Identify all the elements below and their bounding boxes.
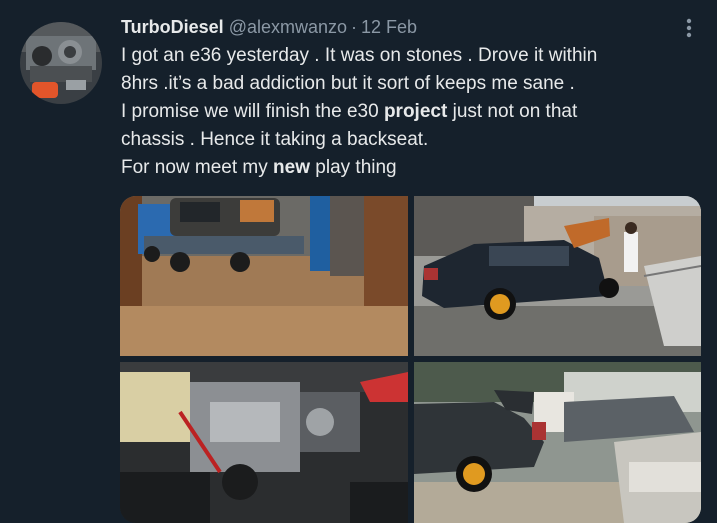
tweet-text-run: I promise we will finish the e30 (121, 101, 384, 122)
tweet-text-bold: new (273, 157, 310, 178)
author-display-name[interactable]: TurboDiesel (121, 17, 224, 38)
photo-1[interactable] (120, 196, 408, 356)
photo-3[interactable] (120, 362, 408, 523)
tweet-text-run: I got an e36 yesterday . It was on stone… (121, 45, 598, 66)
tweet-text-line: 8hrs .it’s a bad addiction but it sort o… (121, 70, 701, 98)
tweet-text-run: chassis . Hence it taking a backseat. (121, 129, 429, 150)
photo-4-image (414, 362, 701, 523)
more-options-button[interactable] (672, 14, 706, 42)
photo-3-image (120, 362, 408, 523)
tweet-text-bold: project (383, 101, 448, 122)
media-grid (120, 196, 701, 523)
photo-1-image (120, 196, 408, 356)
tweet: TurboDiesel @alexmwanzo · 12 Feb I got a… (0, 0, 717, 523)
tweet-text-run: just not on that (447, 101, 578, 122)
tweet-text-run: For now meet my (121, 157, 274, 178)
photo-4[interactable] (414, 362, 701, 523)
photo-2-image (414, 196, 701, 356)
more-vertical-icon (686, 18, 692, 38)
tweet-text-line: I got an e36 yesterday . It was on stone… (121, 42, 701, 70)
author-handle[interactable]: @alexmwanzo (229, 17, 347, 38)
tweet-text: I got an e36 yesterday . It was on stone… (121, 42, 701, 182)
separator-dot: · (351, 16, 358, 37)
tweet-date[interactable]: 12 Feb (361, 17, 417, 38)
tweet-text-run: play thing (310, 157, 397, 178)
tweet-header: TurboDiesel @alexmwanzo · 12 Feb (121, 15, 417, 39)
photo-2[interactable] (414, 196, 701, 356)
tweet-text-line: I promise we will finish the e30 project… (121, 98, 701, 126)
tweet-text-line: For now meet my new play thing (121, 154, 701, 182)
tweet-text-run: 8hrs .it’s a bad addiction but it sort o… (121, 73, 575, 94)
avatar[interactable] (20, 22, 102, 104)
tweet-text-line: chassis . Hence it taking a backseat. (121, 126, 701, 154)
avatar-image (20, 22, 102, 104)
